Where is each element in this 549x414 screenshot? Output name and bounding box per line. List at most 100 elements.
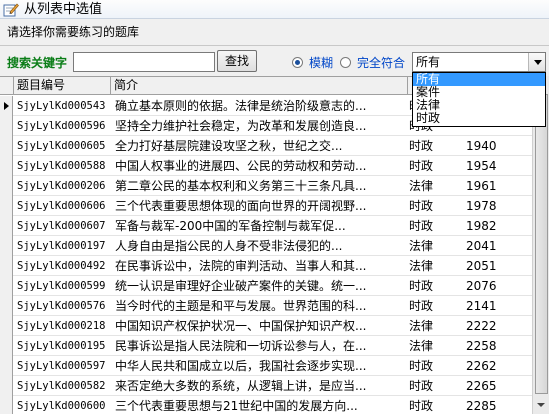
cell-question-id: SjyLylKd000218 xyxy=(17,320,106,332)
row-selector xyxy=(0,276,13,296)
table-row[interactable]: SjyLylKd000582 来否定绝大多数的系统，从逻辑上讲，是应当... 时政 2… xyxy=(0,376,549,396)
cell-intro: 军备与裁军-200中国的军备控制与裁军促... xyxy=(115,219,346,233)
cell-intro: 在民事诉讼中，法院的审判活动、当事人和其... xyxy=(115,259,367,273)
cell-number: 2265 xyxy=(466,379,496,393)
cell-category: 法律 xyxy=(409,179,434,193)
cell-number: 1961 xyxy=(466,179,496,193)
cell-number: 2051 xyxy=(466,259,496,273)
fuzzy-radio-label[interactable]: 模糊 xyxy=(309,55,333,71)
table-body: SjyLylKd000543确立基本原则的依据。法律是统治阶级意志的...时政S… xyxy=(0,96,549,414)
cell-number: 2285 xyxy=(466,399,496,413)
cell-question-id: SjyLylKd000600 xyxy=(17,400,106,412)
cell-category: 法律 xyxy=(409,339,434,353)
cell-category: 法律 xyxy=(409,239,434,253)
cell-intro: 中华人民共和国成立以后，我国社会逐步实现... xyxy=(115,359,367,373)
exact-radio-label[interactable]: 完全符合 xyxy=(357,55,405,71)
scroll-down-button[interactable] xyxy=(533,397,549,414)
table-row[interactable]: SjyLylKd000600 三个代表重要思想与21世纪中国的发展方向... 时政 2… xyxy=(0,396,549,414)
cell-category: 时政 xyxy=(409,279,434,293)
cell-number: 1940 xyxy=(466,139,496,153)
cell-category: 法律 xyxy=(409,319,434,333)
header-corner xyxy=(0,77,14,95)
table-row[interactable]: SjyLylKd000599 统一认识是审理好企业破产案件的关键。统一... 时政 2… xyxy=(0,276,549,296)
chevron-down-icon[interactable] xyxy=(528,53,545,71)
cell-question-id: SjyLylKd000543 xyxy=(17,100,106,112)
exact-radio[interactable] xyxy=(340,57,351,68)
cell-intro: 坚持全力维护社会稳定，为改革和发展创造良... xyxy=(115,119,367,133)
cell-question-id: SjyLylKd000588 xyxy=(17,160,106,172)
row-selector xyxy=(0,236,13,256)
category-dropdown-list[interactable]: 所有 案件 法律 时政 xyxy=(412,72,546,127)
cell-question-id: SjyLylKd000492 xyxy=(17,260,106,272)
cell-intro: 中国人权事业的进展四、公民的劳动权和劳动... xyxy=(115,159,367,173)
cell-intro: 三个代表重要思想与21世纪中国的发展方向... xyxy=(115,399,358,413)
table-row[interactable]: SjyLylKd000206 第二章公民的基本权利和义务第三十三条凡具... 法律 1… xyxy=(0,176,549,196)
cell-intro: 确立基本原则的依据。法律是统治阶级意志的... xyxy=(115,99,367,113)
row-selector xyxy=(0,176,13,196)
search-button[interactable]: 查找 xyxy=(217,50,257,72)
cell-question-id: SjyLylKd000582 xyxy=(17,380,106,392)
search-input[interactable] xyxy=(73,52,215,72)
table-row[interactable]: SjyLylKd000588 中国人权事业的进展四、公民的劳动权和劳动... 时政 1… xyxy=(0,156,549,176)
table-row[interactable]: SjyLylKd000606 三个代表重要思想体现的面向世界的开阔视野... 时政 1… xyxy=(0,196,549,216)
cell-number: 2141 xyxy=(466,299,496,313)
cell-intro: 人身自由是指公民的人身不受非法侵犯的... xyxy=(115,239,343,253)
instruction-text: 请选择你需要练习的题库 xyxy=(7,25,140,39)
row-selector xyxy=(0,336,13,356)
title-bar[interactable]: 从列表中选值 xyxy=(0,0,549,19)
table-row[interactable]: SjyLylKd000195 民事诉讼是指人民法院和一切诉讼参与人，在... 法律 2… xyxy=(0,336,549,356)
scrollbar-thumb[interactable] xyxy=(535,94,548,394)
cell-category: 时政 xyxy=(409,359,434,373)
cell-intro: 统一认识是审理好企业破产案件的关键。统一... xyxy=(115,279,367,293)
cell-category: 法律 xyxy=(409,259,434,273)
pencil-notepad-icon xyxy=(3,2,19,17)
cell-number: 2222 xyxy=(466,319,496,333)
category-select[interactable]: 所有 xyxy=(412,52,546,72)
cell-question-id: SjyLylKd000197 xyxy=(17,240,106,252)
divider xyxy=(0,45,549,46)
cell-question-id: SjyLylKd000576 xyxy=(17,300,106,312)
table-row[interactable]: SjyLylKd000607 军备与裁军-200中国的军备控制与裁军促... 时政 1… xyxy=(0,216,549,236)
cell-question-id: SjyLylKd000596 xyxy=(17,120,106,132)
table-row[interactable]: SjyLylKd000218 中国知识产权保护状况一、中国保护知识产权... 法律 2… xyxy=(0,316,549,336)
cell-question-id: SjyLylKd000605 xyxy=(17,140,106,152)
row-selector xyxy=(0,376,13,396)
cell-category: 时政 xyxy=(409,159,434,173)
cell-intro: 第二章公民的基本权利和义务第三十三条凡具... xyxy=(115,179,367,193)
cell-number: 1978 xyxy=(466,199,496,213)
cell-number: 2258 xyxy=(466,339,496,353)
cell-category: 时政 xyxy=(409,199,434,213)
row-selector xyxy=(0,396,13,414)
cell-category: 时政 xyxy=(409,379,434,393)
category-select-value: 所有 xyxy=(416,55,441,69)
cell-intro: 全力打好基层院建设攻坚之秋，世纪之交... xyxy=(115,139,343,153)
cell-intro: 来否定绝大多数的系统，从逻辑上讲，是应当... xyxy=(115,379,367,393)
row-selector xyxy=(0,196,13,216)
search-label: 搜索关键字 xyxy=(7,56,68,70)
cell-intro: 三个代表重要思想体现的面向世界的开阔视野... xyxy=(115,199,367,213)
cell-number: 1954 xyxy=(466,159,496,173)
cell-intro: 当今时代的主题是和平与发展。世界范围的科... xyxy=(115,299,367,313)
cell-question-id: SjyLylKd000606 xyxy=(17,200,106,212)
cell-question-id: SjyLylKd000597 xyxy=(17,360,106,372)
fuzzy-radio[interactable] xyxy=(292,57,303,68)
cell-intro: 民事诉讼是指人民法院和一切诉讼参与人，在... xyxy=(115,339,367,353)
column-header-intro[interactable]: 简介 xyxy=(111,77,408,95)
row-selector xyxy=(0,216,13,236)
dropdown-option-politics[interactable]: 时政 xyxy=(413,112,545,125)
table-row[interactable]: SjyLylKd000605 全力打好基层院建设攻坚之秋，世纪之交... 时政 194… xyxy=(0,136,549,156)
cell-number: 2076 xyxy=(466,279,496,293)
row-selector xyxy=(0,316,13,336)
row-selector xyxy=(0,96,13,116)
cell-category: 时政 xyxy=(409,299,434,313)
table-row[interactable]: SjyLylKd000197 人身自由是指公民的人身不受非法侵犯的... 法律 20… xyxy=(0,236,549,256)
table-row[interactable]: SjyLylKd000492 在民事诉讼中，法院的审判活动、当事人和其... 法律 2… xyxy=(0,256,549,276)
cell-question-id: SjyLylKd000206 xyxy=(17,180,106,192)
row-selector xyxy=(0,256,13,276)
column-header-id[interactable]: 题目编号 xyxy=(14,77,111,95)
table-row[interactable]: SjyLylKd000576 当今时代的主题是和平与发展。世界范围的科... 时政 2… xyxy=(0,296,549,316)
window-title: 从列表中选值 xyxy=(24,2,103,17)
cell-category: 时政 xyxy=(409,219,434,233)
row-selector xyxy=(0,356,13,376)
table-row[interactable]: SjyLylKd000597 中华人民共和国成立以后，我国社会逐步实现... 时政 2… xyxy=(0,356,549,376)
